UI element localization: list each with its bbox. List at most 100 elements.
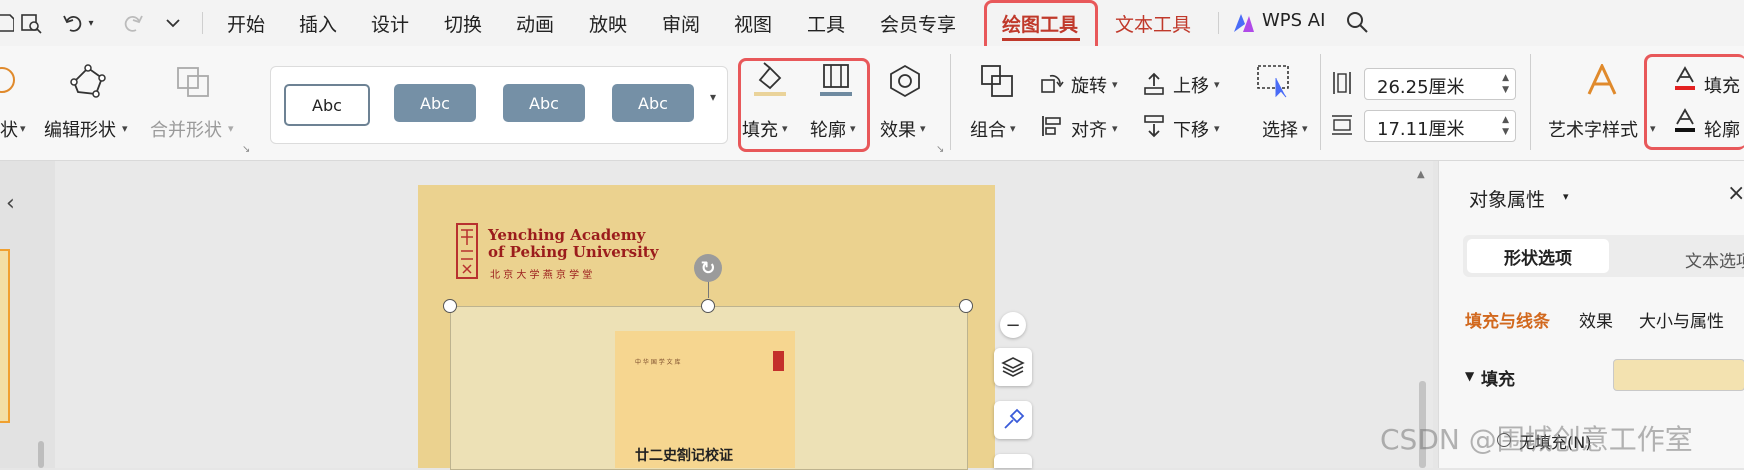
chevron-down-icon: ▾ — [782, 122, 788, 135]
menu-member[interactable]: 会员专享 — [880, 10, 956, 37]
align-icon[interactable] — [1040, 114, 1064, 142]
move-up-button[interactable]: 上移 — [1173, 72, 1209, 98]
shape-width-value: 26.25厘米 — [1377, 77, 1465, 98]
spin-down-icon[interactable]: ▼ — [1502, 85, 1509, 95]
more-tool-icon[interactable] — [994, 454, 1032, 468]
divider — [1218, 12, 1219, 34]
menu-tools[interactable]: 工具 — [807, 10, 845, 37]
subtab-effect[interactable]: 效果 — [1579, 307, 1613, 332]
rotate-handle-icon[interactable]: ↻ — [694, 254, 722, 282]
chevron-down-icon: ▾ — [122, 122, 128, 135]
slide[interactable]: Yenching Academy of Peking University 北 … — [418, 185, 995, 470]
logo-line-2: of Peking University — [488, 243, 659, 261]
text-outline-icon[interactable] — [1674, 108, 1696, 138]
move-down-icon[interactable] — [1142, 114, 1166, 142]
yenching-title: Yenching Academy of Peking University — [488, 227, 658, 261]
edit-shape-button[interactable]: 编辑形状 — [44, 116, 116, 142]
book-seal — [773, 351, 784, 371]
spin-up-icon[interactable]: ▲ — [1502, 73, 1509, 83]
slide-thumbnail[interactable] — [0, 249, 10, 423]
scroll-up-icon[interactable]: ▲ — [1417, 169, 1425, 180]
undo-dropdown-icon[interactable]: ▾ — [84, 8, 98, 38]
outline-icon[interactable] — [818, 62, 854, 102]
move-up-icon[interactable] — [1142, 72, 1166, 100]
format-painter-icon[interactable] — [994, 401, 1032, 439]
resize-handle-top-left[interactable] — [443, 299, 457, 313]
select-icon[interactable] — [1256, 64, 1292, 102]
art-text-icon[interactable] — [1585, 62, 1619, 102]
close-icon[interactable]: × — [1727, 181, 1744, 206]
shape-height-input[interactable]: 17.11厘米 ▲ ▼ — [1364, 110, 1516, 142]
search-icon[interactable] — [1345, 10, 1369, 38]
subtab-fill-line[interactable]: 填充与线条 — [1465, 307, 1550, 332]
fill-button[interactable]: 填充 — [742, 116, 778, 142]
chevron-down-icon[interactable]: ▾ — [1563, 190, 1569, 203]
tab-text-tools[interactable]: 文本工具 — [1115, 10, 1191, 37]
menu-home[interactable]: 开始 — [227, 10, 265, 37]
resize-handle-top-center[interactable] — [701, 299, 715, 313]
rotate-button[interactable]: 旋转 — [1071, 72, 1107, 98]
fill-section-heading: 填充 — [1481, 370, 1515, 390]
chevron-down-icon: ▾ — [1010, 122, 1016, 135]
text-outline-button[interactable]: 轮廓 — [1704, 116, 1740, 142]
print-preview-icon[interactable] — [16, 8, 46, 38]
shape-style-3[interactable]: Abc — [503, 84, 585, 122]
effect-button[interactable]: 效果 — [880, 116, 916, 142]
fill-bucket-icon[interactable] — [752, 62, 788, 102]
shape-button-label[interactable]: 状 — [0, 116, 18, 142]
more-dropdown-icon[interactable] — [158, 8, 188, 38]
edit-shape-icon[interactable] — [70, 64, 108, 102]
zoom-out-icon[interactable]: − — [1000, 312, 1026, 338]
select-button[interactable]: 选择 — [1262, 116, 1298, 142]
menu-review[interactable]: 审阅 — [662, 10, 700, 37]
menu-animation[interactable]: 动画 — [516, 10, 554, 37]
menu-transition[interactable]: 切换 — [444, 10, 482, 37]
chevron-down-icon: ▾ — [1112, 78, 1118, 91]
text-fill-icon[interactable] — [1674, 66, 1696, 96]
rotate-icon[interactable] — [1040, 72, 1064, 98]
tab-text-options[interactable]: 文本选项 — [1685, 247, 1744, 272]
menu-design[interactable]: 设计 — [371, 10, 409, 37]
subtab-size-properties[interactable]: 大小与属性 — [1639, 307, 1724, 332]
text-fill-button[interactable]: 填充 — [1704, 72, 1740, 98]
seal-logo — [456, 223, 478, 279]
resize-handle-top-right[interactable] — [959, 299, 973, 313]
tab-drawing-tools[interactable]: 绘图工具 — [1002, 10, 1078, 37]
expand-triangle-icon[interactable]: ▼ — [1465, 369, 1474, 383]
fill-color-swatch[interactable] — [1613, 359, 1744, 391]
menu-view[interactable]: 视图 — [734, 10, 772, 37]
slide-thumbnail-pane: ‹ — [0, 161, 55, 468]
chevron-down-icon: ▾ — [1302, 122, 1308, 135]
gallery-expand-icon[interactable]: ▾ — [710, 90, 716, 104]
wps-ai-button[interactable]: WPS AI — [1262, 10, 1325, 31]
art-text-style-button[interactable]: 艺术字样式 — [1548, 116, 1638, 142]
menu-bar: ▾ 开始 插入 设计 切换 动画 放映 审阅 视图 工具 会员专享 绘图工具 文… — [0, 0, 1744, 64]
group-icon[interactable] — [980, 64, 1014, 102]
dialog-launcher-icon[interactable]: ↘ — [936, 144, 944, 155]
scrollbar[interactable] — [38, 441, 44, 468]
collapse-pane-icon[interactable]: ‹ — [6, 191, 15, 216]
ribbon: 状 ▾ 编辑形状 ▾ 合并形状 ▾ ↘ Abc Abc Abc Abc ▾ 填充… — [0, 46, 1744, 161]
shape-width-icon — [1330, 112, 1354, 142]
chevron-down-icon: ▾ — [228, 122, 234, 135]
chevron-down-icon: ▾ — [920, 122, 926, 135]
spin-up-icon[interactable]: ▲ — [1502, 115, 1509, 125]
group-button[interactable]: 组合 — [970, 116, 1006, 142]
divider — [1320, 54, 1321, 150]
spin-down-icon[interactable]: ▼ — [1502, 127, 1509, 137]
align-button[interactable]: 对齐 — [1071, 116, 1107, 142]
save-icon[interactable] — [0, 8, 14, 38]
shape-icon[interactable] — [0, 64, 16, 100]
shape-style-4[interactable]: Abc — [612, 84, 694, 122]
menu-insert[interactable]: 插入 — [299, 10, 337, 37]
move-down-button[interactable]: 下移 — [1173, 116, 1209, 142]
shape-style-2[interactable]: Abc — [394, 84, 476, 122]
dialog-launcher-icon[interactable]: ↘ — [242, 144, 250, 155]
shape-style-1[interactable]: Abc — [284, 84, 370, 126]
shape-width-input[interactable]: 26.25厘米 ▲ ▼ — [1364, 68, 1516, 100]
layers-icon[interactable] — [994, 348, 1032, 386]
effect-icon[interactable] — [888, 64, 922, 102]
menu-slideshow[interactable]: 放映 — [589, 10, 627, 37]
tab-shape-options[interactable]: 形状选项 — [1467, 239, 1609, 273]
outline-button[interactable]: 轮廓 — [810, 116, 846, 142]
